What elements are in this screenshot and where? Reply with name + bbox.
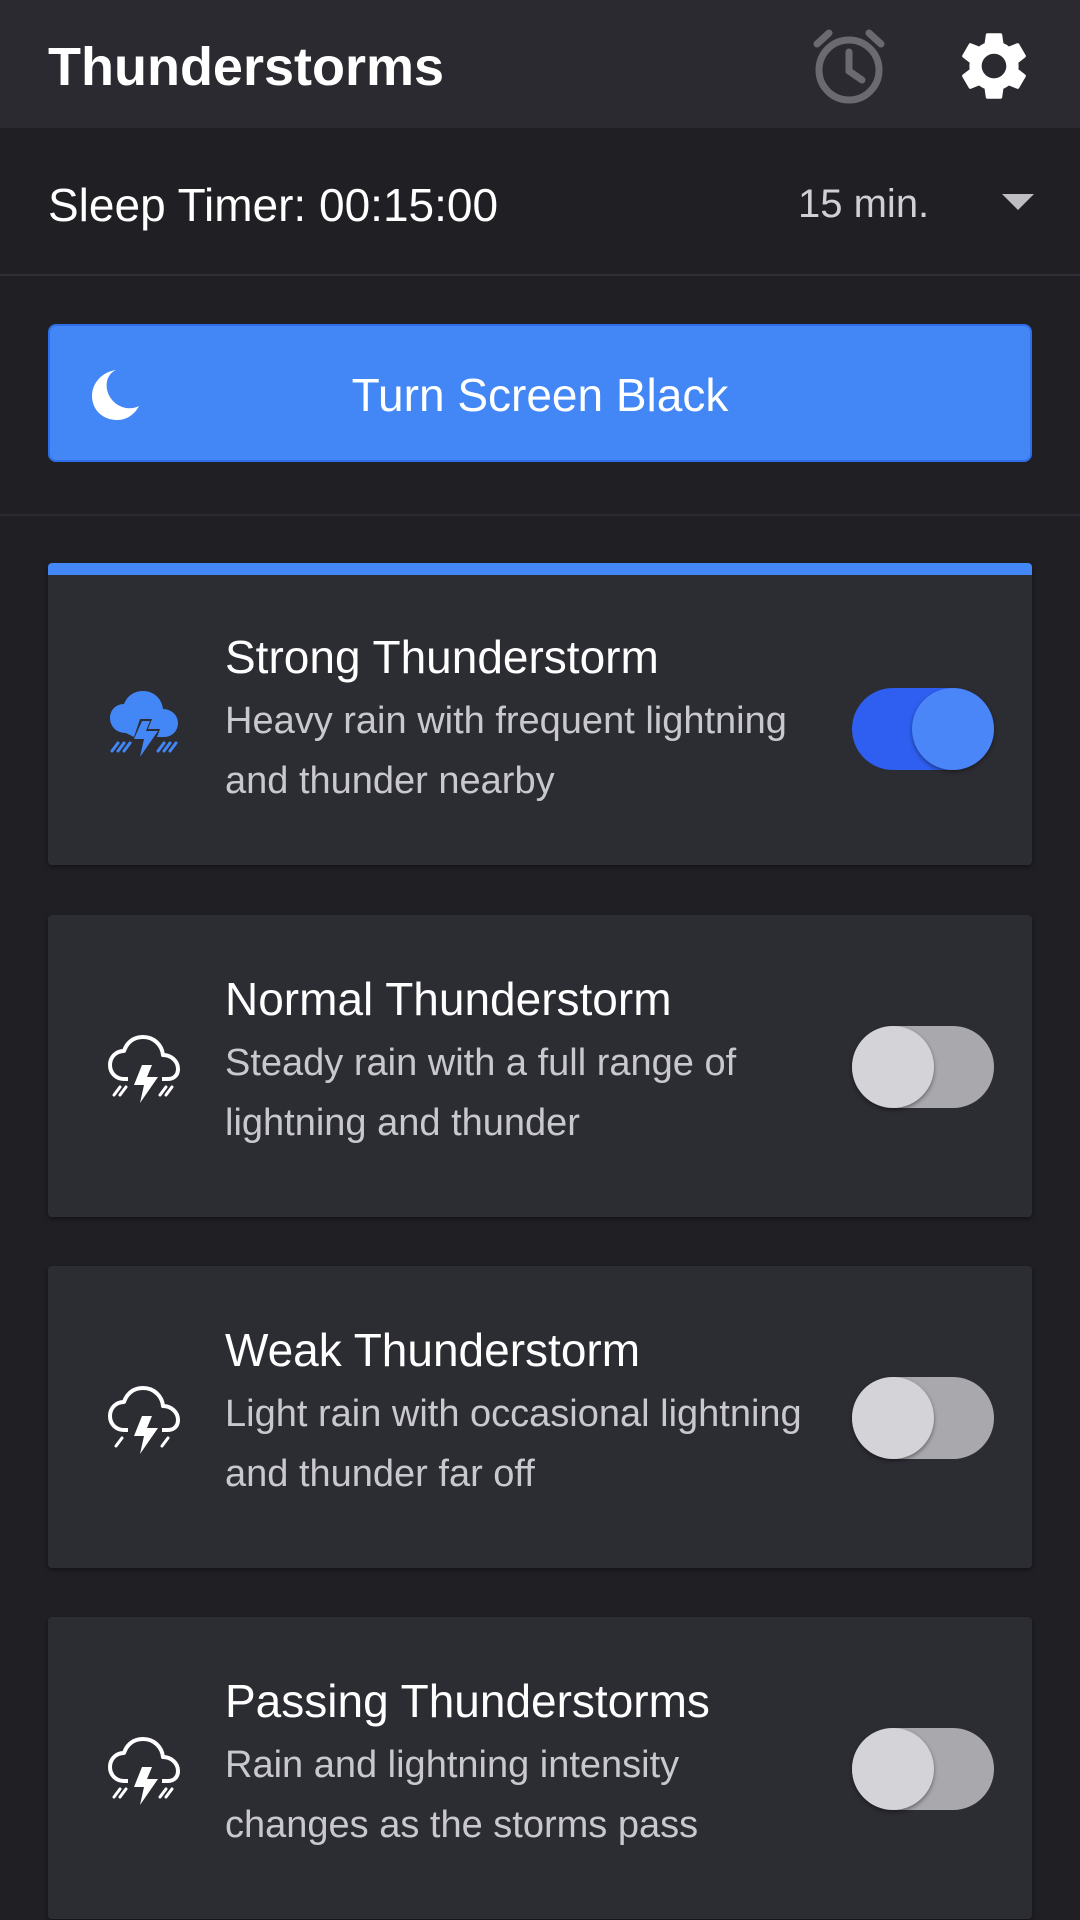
storm-cloud-icon	[108, 1737, 180, 1805]
app-root: Thunderstorms Sleep Timer: 00:15:00 15 m…	[0, 0, 1080, 1920]
app-bar: Thunderstorms	[0, 0, 1080, 128]
toggle-thumb	[852, 1377, 934, 1459]
storm-card-title: Strong Thunderstorm	[225, 631, 659, 683]
toggle-thumb	[852, 1026, 934, 1108]
storm-toggle-strong[interactable]	[852, 688, 994, 770]
storm-toggle-weak[interactable]	[852, 1377, 994, 1459]
toggle-thumb	[912, 688, 994, 770]
storm-toggle-normal[interactable]	[852, 1026, 994, 1108]
sleep-timer-dropdown[interactable]: 15 min.	[770, 172, 1040, 236]
toggle-thumb	[852, 1728, 934, 1810]
turn-screen-black-button[interactable]: Turn Screen Black	[48, 324, 1032, 462]
storm-card-title: Normal Thunderstorm	[225, 973, 672, 1025]
storm-card-description: Heavy rain with frequent lightning and t…	[225, 700, 787, 802]
sleep-timer-row: Sleep Timer: 00:15:00 15 min.	[0, 128, 1080, 276]
storm-card-title: Passing Thunderstorms	[225, 1675, 710, 1727]
alarm-button[interactable]	[805, 22, 893, 110]
storm-cloud-icon	[108, 1035, 180, 1103]
sleep-timer-label: Sleep Timer: 00:15:00	[48, 179, 499, 231]
alarm-clock-icon	[813, 29, 885, 104]
screen-black-row: Turn Screen Black	[0, 274, 1080, 516]
storm-card-description: Light rain with occasional lightning and…	[225, 1393, 802, 1495]
storm-card-weak[interactable]: Weak Thunderstorm Light rain with occasi…	[48, 1266, 1032, 1568]
storm-toggle-passing[interactable]	[852, 1728, 994, 1810]
storm-card-description: Rain and lightning intensity changes as …	[225, 1744, 699, 1846]
turn-screen-black-label: Turn Screen Black	[351, 369, 729, 421]
storm-card-description: Steady rain with a full range of lightni…	[225, 1042, 737, 1144]
storm-cloud-icon	[110, 691, 178, 757]
sleep-timer-selected-value: 15 min.	[798, 182, 930, 226]
storm-card-strong[interactable]: Strong Thunderstorm Heavy rain with freq…	[48, 563, 1032, 865]
chevron-down-icon	[1002, 194, 1034, 210]
storm-card-normal[interactable]: Normal Thunderstorm Steady rain with a f…	[48, 915, 1032, 1217]
settings-button[interactable]	[950, 22, 1038, 110]
page-title: Thunderstorms	[48, 37, 445, 97]
storm-card-passing[interactable]: Passing Thunderstorms Rain and lightning…	[48, 1617, 1032, 1919]
storm-cloud-icon	[108, 1386, 180, 1454]
storm-card-title: Weak Thunderstorm	[225, 1324, 641, 1376]
gear-icon	[962, 33, 1026, 99]
